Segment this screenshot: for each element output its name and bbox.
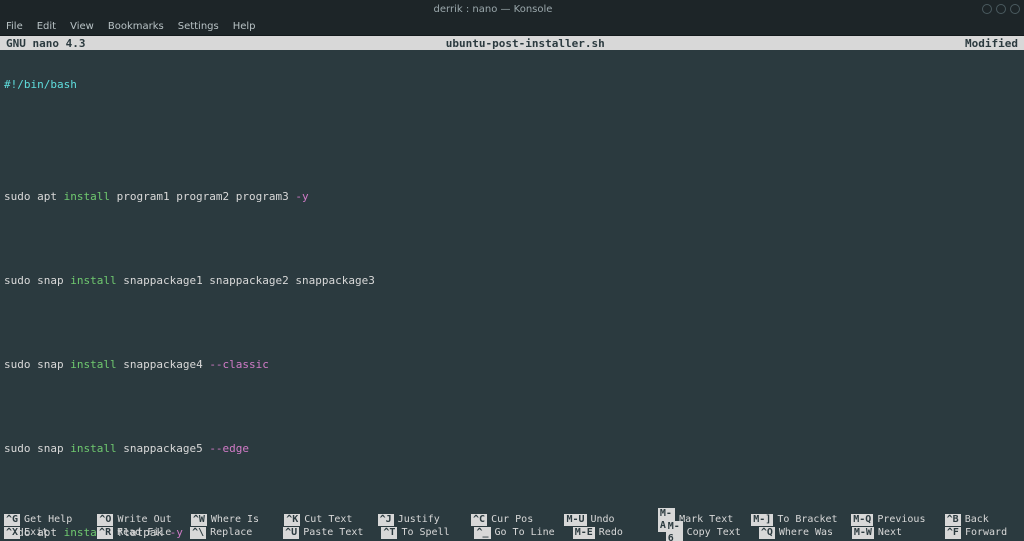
- shortcut-to-spell: ^TTo Spell: [381, 527, 456, 539]
- nano-shortcuts: ^GGet Help ^OWrite Out ^WWhere Is ^KCut …: [0, 513, 1024, 541]
- editor-area[interactable]: #!/bin/bash sudo apt install program1 pr…: [0, 50, 1024, 541]
- minimize-icon[interactable]: [982, 4, 992, 14]
- code-line: sudo snap install snappackage5 --edge: [4, 442, 1020, 456]
- shortcut-go-to-line: ^_Go To Line: [474, 527, 554, 539]
- menu-file[interactable]: File: [6, 21, 23, 32]
- shortcut-read-file: ^RRead File: [97, 527, 172, 539]
- shortcut-previous: M-QPrevious: [851, 514, 926, 526]
- shortcut-justify: ^JJustify: [378, 514, 453, 526]
- shortcut-forward: ^FForward: [945, 527, 1020, 539]
- shortcut-to-bracket: M-]To Bracket: [751, 514, 833, 526]
- shortcut-row-2: ^XExit ^RRead File ^\Replace ^UPaste Tex…: [4, 526, 1020, 539]
- menu-bookmarks[interactable]: Bookmarks: [108, 21, 164, 32]
- shortcut-next: M-WNext: [852, 527, 927, 539]
- shortcut-back: ^BBack: [945, 514, 1020, 526]
- menu-view[interactable]: View: [70, 21, 94, 32]
- nano-status: Modified: [965, 37, 1018, 50]
- shortcut-row-1: ^GGet Help ^OWrite Out ^WWhere Is ^KCut …: [4, 513, 1020, 526]
- shortcut-cut-text: ^KCut Text: [284, 514, 359, 526]
- menu-settings[interactable]: Settings: [178, 21, 219, 32]
- shortcut-replace: ^\Replace: [190, 527, 265, 539]
- shortcut-undo: M-UUndo: [564, 514, 639, 526]
- window-title: derrik : nano — Konsole: [4, 4, 982, 15]
- menu-edit[interactable]: Edit: [37, 21, 56, 32]
- shortcut-get-help: ^GGet Help: [4, 514, 79, 526]
- nano-version: GNU nano 4.3: [6, 37, 85, 50]
- shortcut-cur-pos: ^CCur Pos: [471, 514, 546, 526]
- shortcut-redo: M-ERedo: [573, 527, 648, 539]
- window-titlebar: derrik : nano — Konsole: [0, 0, 1024, 18]
- shortcut-where-is: ^WWhere Is: [191, 514, 266, 526]
- shortcut-write-out: ^OWrite Out: [97, 514, 172, 526]
- code-line: sudo snap install snappackage4 --classic: [4, 358, 1020, 372]
- maximize-icon[interactable]: [996, 4, 1006, 14]
- window-buttons: [982, 4, 1020, 14]
- shortcut-where-was: ^QWhere Was: [759, 527, 834, 539]
- code-line: sudo apt install program1 program2 progr…: [4, 190, 1020, 204]
- code-line: sudo snap install snappackage1 snappacka…: [4, 274, 1020, 288]
- nano-filename: ubuntu-post-installer.sh: [85, 37, 965, 50]
- shortcut-copy-text: M-6Copy Text: [666, 521, 741, 541]
- menubar: File Edit View Bookmarks Settings Help: [0, 18, 1024, 36]
- menu-help[interactable]: Help: [233, 21, 256, 32]
- nano-header: GNU nano 4.3 ubuntu-post-installer.sh Mo…: [0, 36, 1024, 50]
- shortcut-paste-text: ^UPaste Text: [283, 527, 363, 539]
- shebang-line: #!/bin/bash: [4, 78, 77, 91]
- shortcut-exit: ^XExit: [4, 527, 79, 539]
- close-icon[interactable]: [1010, 4, 1020, 14]
